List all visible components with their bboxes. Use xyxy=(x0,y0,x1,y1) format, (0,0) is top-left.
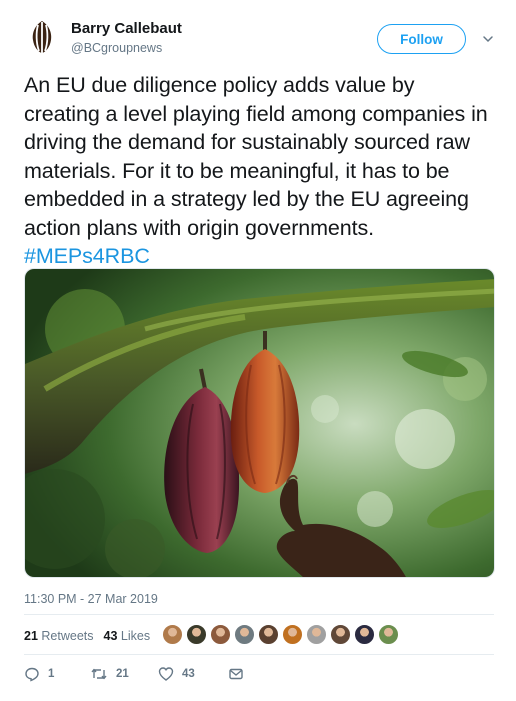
cocoa-pods-photo xyxy=(25,269,494,577)
liker-avatar[interactable] xyxy=(282,624,303,645)
author-name[interactable]: Barry Callebaut xyxy=(71,20,182,37)
liker-avatar[interactable] xyxy=(378,624,399,645)
tweet-photo[interactable] xyxy=(24,268,495,578)
divider xyxy=(24,614,494,615)
liker-avatar[interactable] xyxy=(258,624,279,645)
liker-avatar[interactable] xyxy=(162,624,183,645)
tweet-timestamp[interactable]: 11:30 PM - 27 Mar 2019 xyxy=(24,592,158,606)
hashtag-link[interactable]: #MEPs4RBC xyxy=(24,244,150,268)
liker-avatar[interactable] xyxy=(186,624,207,645)
liker-avatars xyxy=(162,624,399,645)
retweets-label: Retweets xyxy=(41,629,94,643)
like-button[interactable]: 43 xyxy=(158,666,228,682)
author-handle[interactable]: @BCgroupnews xyxy=(71,41,162,55)
author-avatar[interactable] xyxy=(24,19,60,55)
engagement-stats: 21 Retweets 43 Likes xyxy=(24,629,150,643)
tweet-text: An EU due diligence policy adds value by… xyxy=(24,71,494,271)
reply-button[interactable]: 1 xyxy=(24,666,90,682)
liker-avatar[interactable] xyxy=(330,624,351,645)
tweet-actions: 1 21 43 xyxy=(24,666,252,682)
retweet-count: 21 xyxy=(116,668,129,680)
reply-icon xyxy=(25,667,39,682)
liker-avatar[interactable] xyxy=(354,624,375,645)
follow-button[interactable]: Follow xyxy=(377,24,466,54)
direct-message-button[interactable] xyxy=(228,666,252,682)
liker-avatar[interactable] xyxy=(306,624,327,645)
divider xyxy=(24,654,494,655)
likes-stat[interactable]: 43 Likes xyxy=(104,629,151,643)
retweet-button[interactable]: 21 xyxy=(90,666,158,682)
liker-avatar[interactable] xyxy=(210,624,231,645)
tweet-body-text: An EU due diligence policy adds value by… xyxy=(24,73,488,240)
envelope-icon xyxy=(229,668,243,680)
heart-icon xyxy=(158,667,174,681)
likes-label: Likes xyxy=(120,629,151,643)
like-count: 43 xyxy=(182,668,195,680)
retweet-icon xyxy=(91,668,107,680)
reply-count: 1 xyxy=(48,668,55,680)
chevron-down-icon[interactable] xyxy=(481,32,495,46)
retweets-stat[interactable]: 21 Retweets xyxy=(24,629,94,643)
likes-count: 43 xyxy=(103,629,118,643)
cocoa-pod-logo-icon xyxy=(32,21,52,53)
tweet-card: Barry Callebaut @BCgroupnews Follow An E… xyxy=(0,0,516,701)
retweets-count: 21 xyxy=(24,629,38,643)
liker-avatar[interactable] xyxy=(234,624,255,645)
